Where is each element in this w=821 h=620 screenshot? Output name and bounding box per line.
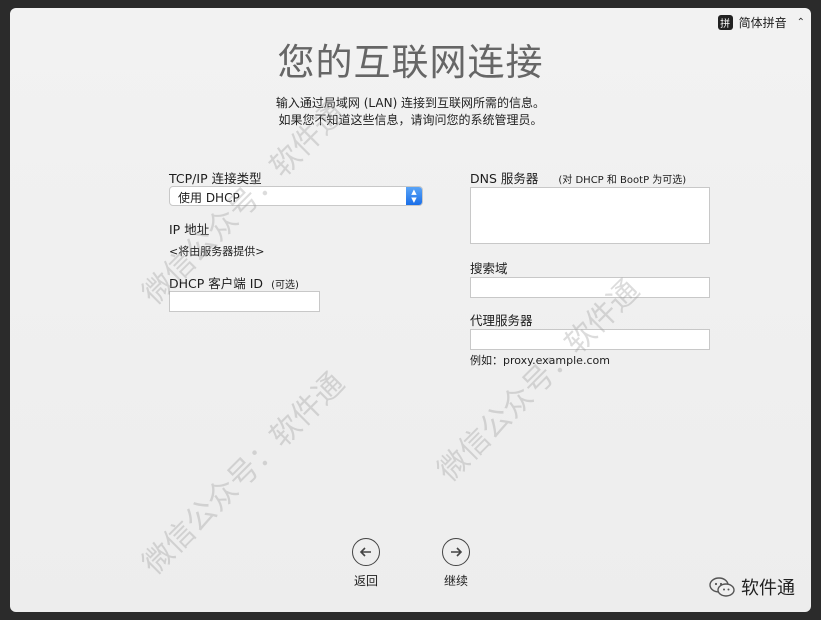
brand-watermark: 软件通: [709, 574, 795, 600]
search-domain-label: 搜索域: [470, 261, 508, 276]
subtitle-line-2: 如果您不知道这些信息，请询问您的系统管理员。: [278, 113, 543, 127]
input-method-menu[interactable]: 拼 简体拼音 ⌃: [717, 14, 805, 31]
back-label: 返回: [353, 574, 378, 588]
dns-server-note: (对 DHCP 和 BootP 为可选): [558, 175, 687, 186]
setup-assistant-window: 拼 简体拼音 ⌃ 您的互联网连接 输入通过局域网 (LAN) 连接到互联网所需的…: [10, 8, 811, 612]
watermark-text-3: 微信公众号：软件通: [431, 273, 647, 489]
chevron-updown-icon: ⌃: [796, 17, 805, 28]
pinyin-icon: 拼: [717, 15, 733, 30]
select-arrows-icon: ▲ ▼: [406, 187, 422, 205]
dns-server-label: DNS 服务器 (对 DHCP 和 BootP 为可选): [470, 168, 686, 187]
continue-button[interactable]: 继续: [426, 538, 486, 589]
dhcp-client-id-text: DHCP 客户端 ID: [169, 276, 264, 291]
ip-address-label: IP 地址: [169, 222, 210, 237]
back-button[interactable]: 返回: [336, 538, 396, 589]
dhcp-client-id-field[interactable]: [169, 291, 320, 312]
tcp-type-select[interactable]: 使用 DHCP ▲ ▼: [169, 186, 423, 206]
search-domain-field[interactable]: [470, 277, 710, 298]
brand-text: 软件通: [741, 578, 795, 599]
arrow-right-circle-icon: [442, 538, 470, 566]
tcp-type-label: TCP/IP 连接类型: [169, 171, 262, 186]
subtitle-line-1: 输入通过局域网 (LAN) 连接到互联网所需的信息。: [275, 96, 546, 110]
dns-server-field[interactable]: [470, 187, 710, 244]
page-title: 您的互联网连接: [277, 41, 544, 84]
wechat-icon: [709, 577, 735, 597]
tcp-type-value: 使用 DHCP: [178, 191, 240, 205]
page-subtitle: 输入通过局域网 (LAN) 连接到互联网所需的信息。 如果您不知道这些信息，请询…: [10, 95, 811, 129]
proxy-server-field[interactable]: [470, 329, 710, 350]
ip-address-value: <将由服务器提供>: [169, 245, 265, 258]
dhcp-client-id-label: DHCP 客户端 ID (可选): [169, 273, 299, 292]
arrow-left-circle-icon: [352, 538, 380, 566]
dns-server-text: DNS 服务器: [470, 171, 539, 186]
input-method-label: 简体拼音: [738, 16, 787, 30]
continue-label: 继续: [443, 574, 468, 588]
proxy-example-text: 例如：proxy.example.com: [470, 354, 610, 367]
dhcp-client-id-note: (可选): [271, 280, 299, 291]
watermark-text-2: 微信公众号：软件通: [136, 366, 352, 582]
proxy-server-label: 代理服务器: [470, 313, 533, 328]
